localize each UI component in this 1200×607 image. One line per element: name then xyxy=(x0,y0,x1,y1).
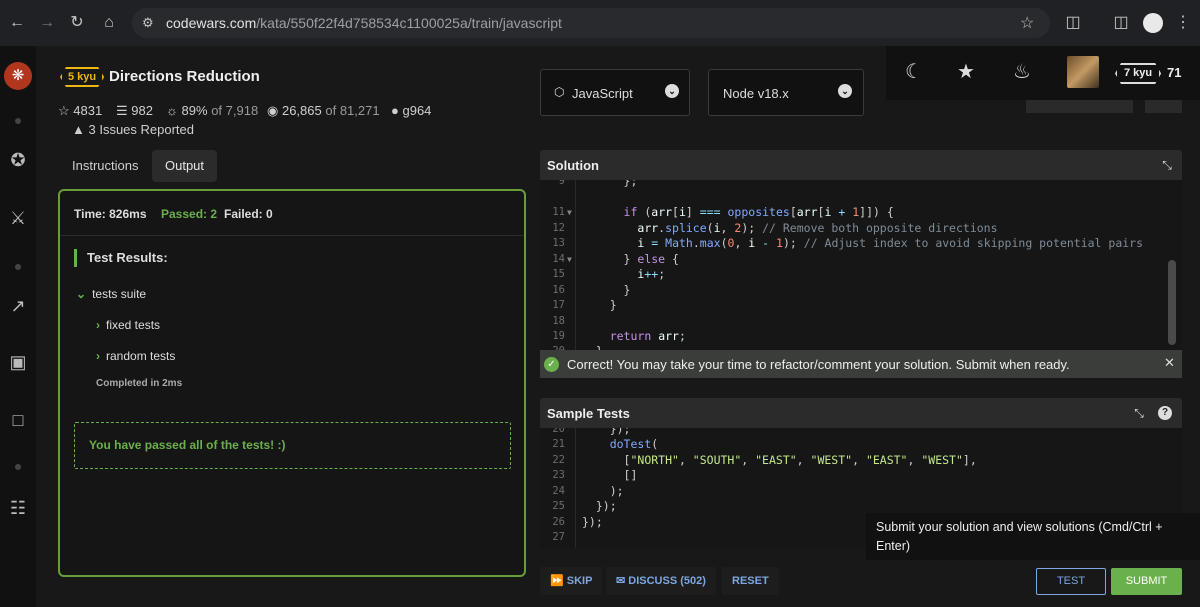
star-icon: ☆ xyxy=(58,103,70,118)
kata-rank-badge: 5 kyu xyxy=(60,67,104,87)
sample-tests-header: Sample Tests ⤡ ? xyxy=(540,398,1182,428)
close-icon[interactable]: ✕ xyxy=(1164,355,1175,371)
site-info-icon[interactable]: ⚙ xyxy=(142,15,154,31)
language-icon: ⬡ xyxy=(554,85,565,99)
dark-mode-icon[interactable]: ☾ xyxy=(902,60,926,84)
failed-count: Failed: 0 xyxy=(224,207,273,221)
submit-tooltip: Submit your solution and view solutions … xyxy=(866,513,1200,560)
chat-bubble-icon: ✉ xyxy=(616,575,626,587)
pass-message: You have passed all of the tests! :) xyxy=(89,438,286,452)
issues-link[interactable]: ▲ 3 Issues Reported xyxy=(72,122,194,137)
collections-stat[interactable]: ☰ 982 xyxy=(116,103,153,119)
solution-header: Solution ⤡ xyxy=(540,150,1182,180)
author-stat[interactable]: ● g964 xyxy=(391,103,431,118)
sidepanel-icon[interactable]: ◫ xyxy=(1110,12,1132,34)
reload-icon[interactable]: ↻ xyxy=(66,12,88,34)
practice-icon[interactable]: ✪ xyxy=(6,148,30,172)
user-icon: ● xyxy=(391,103,399,118)
rail-divider xyxy=(15,118,21,124)
back-icon[interactable]: ← xyxy=(6,12,28,34)
chevron-down-icon: ⌄ xyxy=(665,84,679,98)
url-host: codewars.com xyxy=(166,15,257,31)
tab-output[interactable]: Output xyxy=(152,150,218,182)
editor-scrollbar[interactable] xyxy=(1168,260,1176,345)
rail-divider xyxy=(15,264,21,270)
completed-time: Completed in 2ms xyxy=(96,378,183,389)
chevron-right-icon: › xyxy=(96,318,100,332)
success-notification: ✓ Correct! You may take your time to ref… xyxy=(540,350,1182,378)
browser-toolbar: ← → ↻ ⌂ ⚙ codewars.com/kata/550f22f4d758… xyxy=(0,0,1200,46)
side-navigation: ❋ ✪ ⚔ ↗ ▣ □ ☷ xyxy=(0,46,36,607)
completions-stat: ◉ 26,865 of 81,271 xyxy=(267,103,380,118)
check-circle-icon: ✓ xyxy=(544,357,559,372)
chevron-down-icon: ⌄ xyxy=(76,287,87,301)
profile-avatar[interactable] xyxy=(1143,13,1163,33)
solution-editor[interactable]: 9 }; 11 ▼ if (arr[i] === opposites[arr[i … xyxy=(540,180,1182,350)
reset-button[interactable]: RESET xyxy=(722,567,779,595)
docs-book-icon[interactable]: ☷ xyxy=(6,496,30,520)
test-button[interactable]: TEST xyxy=(1036,568,1106,595)
random-tests-node[interactable]: › random tests xyxy=(96,349,175,363)
user-honor: 71 xyxy=(1167,65,1182,80)
rail-divider xyxy=(15,464,21,470)
help-icon[interactable]: ? xyxy=(1158,406,1172,420)
layers-icon: ☰ xyxy=(116,103,128,118)
chevron-down-icon: ⌄ xyxy=(838,84,852,98)
leaderboard-icon[interactable]: ↗ xyxy=(6,294,30,318)
bookmark-icon[interactable]: ★ xyxy=(954,60,978,84)
success-message: Correct! You may take your time to refac… xyxy=(567,357,1070,372)
sample-tests-title: Sample Tests xyxy=(547,406,630,421)
chat-icon[interactable]: □ xyxy=(6,408,30,432)
passed-count: Passed: 2 xyxy=(161,207,218,221)
user-rank-badge: 7 kyu xyxy=(1115,63,1161,84)
skip-button[interactable]: ⏩ SKIP xyxy=(540,567,603,595)
satisfaction-stat: ☼ 89% of 7,918 xyxy=(166,103,259,118)
submit-button[interactable]: SUBMIT xyxy=(1111,568,1182,595)
tab-instructions[interactable]: Instructions xyxy=(59,150,151,182)
target-icon: ◉ xyxy=(267,103,279,118)
codewars-logo-icon[interactable]: ❋ xyxy=(4,62,32,90)
extensions-icon[interactable]: ◫ xyxy=(1062,12,1084,34)
forward-icon[interactable]: → xyxy=(36,12,58,34)
menu-dots-icon[interactable]: ⋮ xyxy=(1172,12,1194,34)
test-summary-bar: Time: 826ms Passed: 2 Failed: 0 xyxy=(60,191,524,236)
discuss-button[interactable]: ✉ DISCUSS (502) xyxy=(606,567,716,595)
user-avatar[interactable] xyxy=(1067,56,1099,88)
test-results-header: Test Results: xyxy=(74,249,168,267)
dropdown-shadow xyxy=(1145,100,1182,113)
tests-suite-node[interactable]: ⌄ tests suite xyxy=(76,287,146,301)
stars-stat[interactable]: ☆ 4831 xyxy=(58,103,102,119)
expand-icon[interactable]: ⤡ xyxy=(1132,406,1146,420)
bookmark-star-icon[interactable]: ☆ xyxy=(1020,13,1034,33)
solution-title: Solution xyxy=(547,158,599,173)
pass-message-box: You have passed all of the tests! :) xyxy=(74,422,511,469)
fast-forward-icon: ⏩ xyxy=(550,575,564,587)
expand-icon[interactable]: ⤡ xyxy=(1160,158,1174,172)
kata-title[interactable]: Directions Reduction xyxy=(109,68,260,85)
thumbs-icon: ☼ xyxy=(166,103,178,118)
url-path: /kata/550f22f4d758534c1100025a/train/jav… xyxy=(256,15,562,31)
fixed-tests-node[interactable]: › fixed tests xyxy=(96,318,160,332)
dropdown-shadow xyxy=(1026,100,1133,113)
output-panel: Time: 826ms Passed: 2 Failed: 0 Test Res… xyxy=(58,189,526,577)
warning-icon: ▲ xyxy=(72,122,85,137)
user-toolbar: ☾ ★ ♨ 7 kyu 71 xyxy=(886,46,1200,100)
version-select[interactable]: Node v18.x ⌄ xyxy=(708,69,864,116)
test-time: Time: 826ms xyxy=(74,207,147,221)
chevron-right-icon: › xyxy=(96,349,100,363)
home-icon[interactable]: ⌂ xyxy=(98,12,120,34)
discord-icon[interactable]: ▣ xyxy=(6,350,30,374)
address-bar[interactable]: ⚙ codewars.com/kata/550f22f4d758534c1100… xyxy=(132,8,1050,38)
notifications-bell-icon[interactable]: ♨ xyxy=(1010,60,1034,84)
language-select[interactable]: ⬡ JavaScript ⌄ xyxy=(540,69,690,116)
kumite-icon[interactable]: ⚔ xyxy=(6,206,30,230)
